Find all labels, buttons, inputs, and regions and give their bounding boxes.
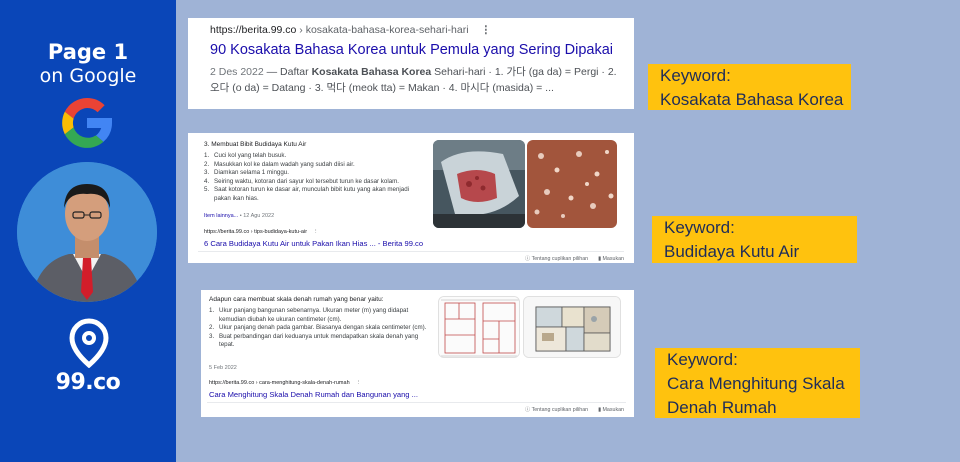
list-item: 1. Ukur panjang bangunan sebenarnya. Ukur… — [209, 307, 427, 324]
keyword-label: Keyword: — [660, 66, 731, 85]
result-path: › kosakata-bahasa-korea-sehari-hari — [296, 24, 469, 36]
list-item: 3. Diamkan selama 1 minggu. — [204, 169, 422, 178]
about-snippet-link[interactable]: ⓘ Tentang cuplikan pilihan — [525, 256, 588, 262]
list-number: 2. — [204, 160, 210, 168]
kutu-air-image-1[interactable] — [433, 140, 525, 228]
result-url-text: https://berita.99.co › tips-budidaya-kut… — [204, 229, 308, 235]
result-url[interactable]: https://berita.99.co › cara-menghitung-s… — [209, 380, 361, 386]
snippet-date: • 12 Agu 2022 — [238, 213, 275, 219]
search-result-kutu-air: 3. Membuat Bibit Budidaya Kutu Air 1. Cuc… — [188, 133, 634, 263]
list-item: 2. Ukur panjang denah pada gambar. Biasan… — [209, 324, 427, 333]
keyword-value-line1: Cara Menghitung Skala — [667, 374, 845, 393]
snippet-highlight: Kosakata Bahasa Korea — [311, 66, 432, 78]
list-item: 4. Seiring waktu, kotoran dari sayur kol … — [204, 178, 422, 187]
result-title-link[interactable]: Cara Menghitung Skala Denah Rumah dan Ba… — [209, 390, 418, 399]
about-snippet-label: Tentang cuplikan pilihan — [531, 256, 589, 262]
about-snippet-label: Tentang cuplikan pilihan — [531, 407, 589, 413]
list-item: 3. Buat perbandingan dari keduanya untuk … — [209, 333, 427, 350]
snippet-heading: 3. Membuat Bibit Budidaya Kutu Air — [204, 141, 307, 148]
result-url-text: https://berita.99.co › cara-menghitung-s… — [209, 380, 350, 386]
list-number: 2. — [209, 324, 215, 332]
feedback-link[interactable]: ▮ Masukan — [598, 256, 624, 262]
more-options-icon[interactable]: ⋮ — [356, 380, 362, 386]
list-item: 2. Masukkan kol ke dalam wadah yang sudah… — [204, 161, 422, 170]
more-options-icon[interactable]: ⋮ — [313, 229, 319, 235]
keyword-box-kutu-air: Keyword: Budidaya Kutu Air — [652, 216, 857, 263]
list-number: 5. — [204, 186, 210, 194]
result-url[interactable]: https://berita.99.co › kosakata-bahasa-k… — [210, 24, 634, 36]
list-text: Ukur panjang denah pada gambar. Biasanya… — [219, 324, 427, 332]
more-items-link[interactable]: Item lainnya... — [204, 213, 238, 219]
more-options-icon[interactable]: ⋮ — [481, 24, 492, 36]
floor-plan-image-1[interactable] — [438, 296, 520, 358]
list-number: 3. — [204, 169, 210, 177]
result-date: 2 Des 2022 — [210, 66, 264, 78]
keyword-label: Keyword: — [664, 218, 735, 237]
avatar — [17, 162, 157, 302]
keyword-box-korean: Keyword: Kosakata Bahasa Korea — [648, 64, 851, 110]
feedback-label: Masukan — [602, 256, 625, 262]
list-item: 1. Cuci kol yang telah busuk. — [204, 152, 422, 161]
floor-plan-image-2[interactable] — [523, 296, 621, 358]
list-text: Masukkan kol ke dalam wadah yang sudah d… — [214, 160, 355, 168]
search-result-skala-denah: Adapun cara membuat skala denah rumah ya… — [201, 290, 634, 417]
list-text: Buat perbandingan dari keduanya untuk me… — [219, 332, 419, 349]
keyword-label: Keyword: — [667, 350, 738, 369]
list-number: 4. — [204, 177, 210, 185]
result-title-link[interactable]: 6 Cara Budidaya Kutu Air untuk Pakan Ika… — [204, 239, 423, 248]
feedback-label: Masukan — [602, 407, 625, 413]
snippet-list: 1. Cuci kol yang telah busuk. 2. Masukkan … — [204, 152, 422, 204]
sidebar: Page 1 on Google 99.co — [0, 0, 176, 462]
google-logo-icon — [62, 97, 112, 148]
result-title-link[interactable]: 90 Kosakata Bahasa Korea untuk Pemula ya… — [210, 42, 634, 58]
search-result-korean: https://berita.99.co › kosakata-bahasa-k… — [188, 18, 634, 109]
keyword-value: Budidaya Kutu Air — [664, 242, 800, 261]
brand-name: 99.co — [55, 370, 121, 395]
about-snippet-link[interactable]: ⓘ Tentang cuplikan pilihan — [525, 407, 588, 413]
list-item: 5. Saat kotoran turun ke dasar air, muncu… — [204, 186, 422, 203]
snippet-footer: ⓘ Tentang cuplikan pilihan ▮ Masukan — [525, 254, 624, 262]
snippet-date: 5 Feb 2022 — [209, 365, 237, 371]
list-text: Cuci kol yang telah busuk. — [214, 152, 287, 159]
snippet-meta: Item lainnya... • 12 Agu 2022 — [204, 213, 274, 219]
page-subtitle: on Google — [39, 65, 137, 87]
list-text: Saat kotoran turun ke dasar air, muncula… — [214, 186, 410, 202]
divider — [198, 251, 624, 252]
list-text: Diamkan selama 1 minggu. — [214, 169, 289, 177]
kutu-air-image-2[interactable] — [527, 140, 617, 228]
result-snippet: 2 Des 2022 — Daftar Kosakata Bahasa Kore… — [210, 64, 620, 96]
keyword-value-line2: Denah Rumah — [667, 398, 777, 417]
snippet-footer: ⓘ Tentang cuplikan pilihan ▮ Masukan — [525, 405, 624, 413]
keyword-box-skala-denah: Keyword: Cara Menghitung Skala Denah Rum… — [655, 348, 860, 418]
result-url[interactable]: https://berita.99.co › tips-budidaya-kut… — [204, 229, 319, 235]
page-title: Page 1 — [47, 40, 129, 64]
snippet-list: 1. Ukur panjang bangunan sebenarnya. Ukur… — [209, 307, 427, 350]
snippet-heading: Adapun cara membuat skala denah rumah ya… — [209, 296, 384, 303]
list-text: Ukur panjang bangunan sebenarnya. Ukuran… — [219, 307, 409, 323]
list-number: 1. — [209, 307, 215, 314]
list-number: 1. — [204, 152, 210, 159]
keyword-value: Kosakata Bahasa Korea — [660, 90, 844, 109]
feedback-link[interactable]: ▮ Masukan — [598, 407, 624, 413]
list-number: 3. — [209, 332, 215, 340]
result-domain: https://berita.99.co — [210, 24, 297, 36]
list-text: Seiring waktu, kotoran dari sayur kol te… — [214, 177, 400, 185]
snippet-prefix: — Daftar — [263, 66, 312, 78]
divider — [207, 402, 626, 403]
99co-logo-icon — [69, 318, 109, 368]
